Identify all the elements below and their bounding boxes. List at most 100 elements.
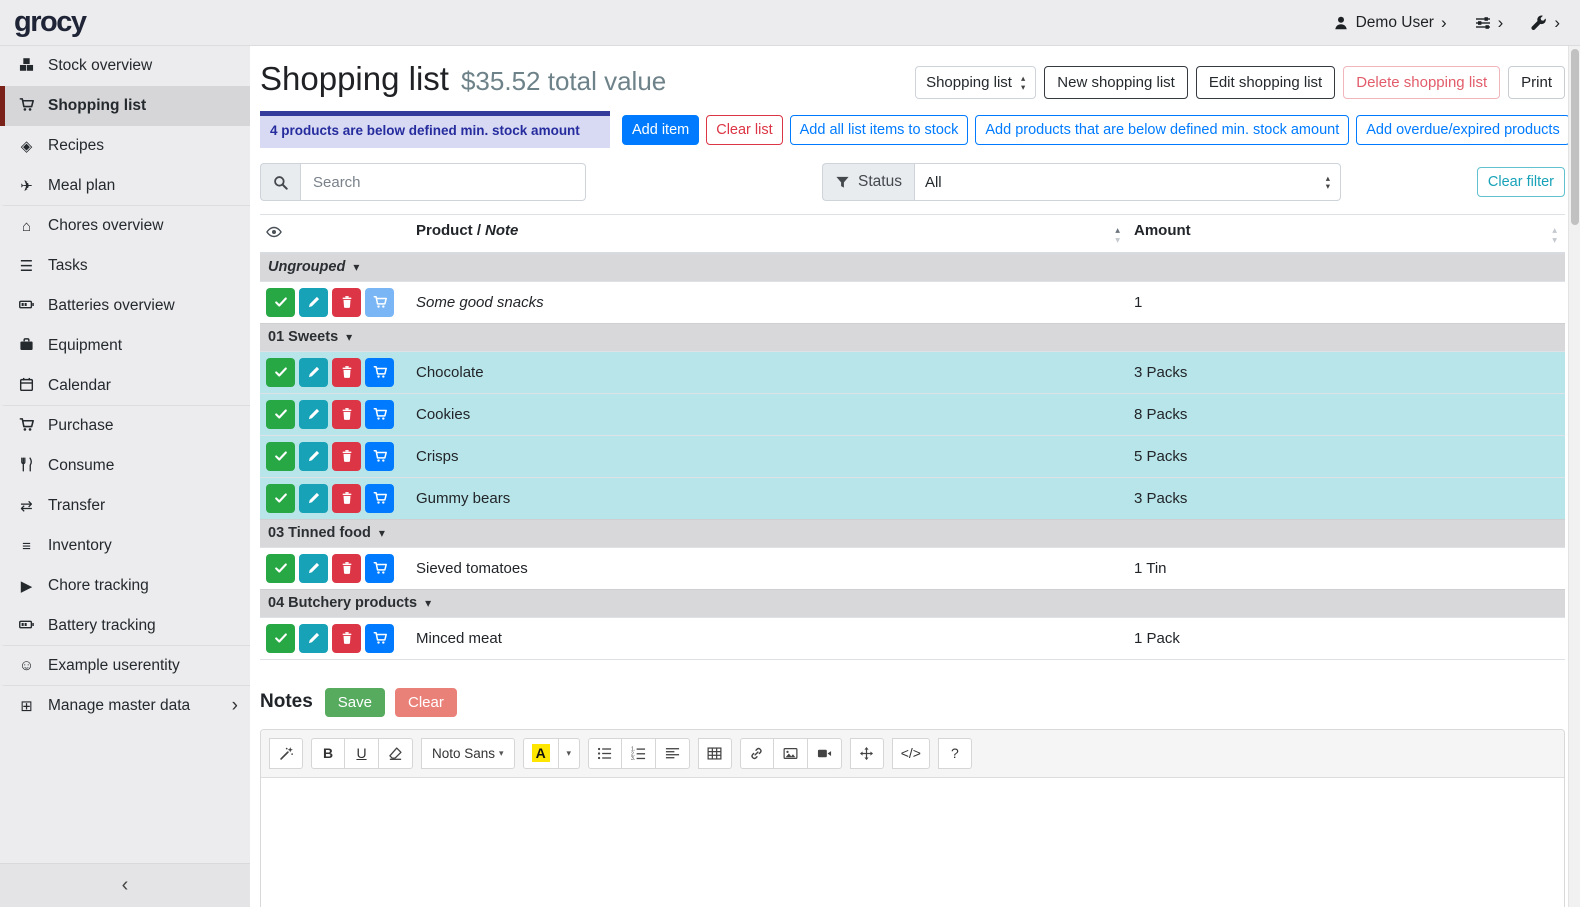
add-to-stock-button[interactable] (365, 358, 394, 387)
page-scrollbar[interactable] (1568, 46, 1580, 907)
add-to-stock-button[interactable] (365, 484, 394, 513)
bold-button[interactable]: B (311, 738, 345, 769)
shopping-list-row: Cookies8 Packs (260, 393, 1565, 435)
sidebar-collapse-button[interactable]: ‹ (0, 863, 250, 907)
font-family-button[interactable]: Noto Sans ▾ (421, 738, 515, 769)
group-header-row[interactable]: 03 Tinned food▾ (260, 519, 1565, 547)
sidebar-item-equipment[interactable]: Equipment (0, 326, 250, 366)
sidebar-item-purchase[interactable]: Purchase (0, 406, 250, 446)
delete-item-button[interactable] (332, 288, 361, 317)
sidebar-item-manage-master-data[interactable]: ⊞Manage master data› (0, 686, 250, 726)
mark-done-button[interactable] (266, 442, 295, 471)
search-input[interactable] (300, 163, 586, 201)
mark-done-button[interactable] (266, 288, 295, 317)
group-name: 03 Tinned food (268, 525, 371, 541)
user-menu[interactable]: Demo User › (1333, 14, 1447, 32)
fullscreen-button[interactable] (850, 738, 884, 769)
edit-item-button[interactable] (299, 442, 328, 471)
mark-done-button[interactable] (266, 554, 295, 583)
edit-item-button[interactable] (299, 624, 328, 653)
insert-image-button[interactable] (774, 738, 808, 769)
caret-down-icon: ▾ (499, 748, 504, 759)
insert-link-button[interactable] (740, 738, 774, 769)
group-name: 01 Sweets (268, 329, 338, 345)
clear-list-button[interactable]: Clear list (706, 115, 782, 145)
sidebar-item-chores-overview[interactable]: ⌂Chores overview (0, 206, 250, 246)
add-to-stock-button[interactable] (365, 554, 394, 583)
delete-shopping-list-button[interactable]: Delete shopping list (1343, 66, 1500, 99)
notes-editor-body[interactable] (261, 778, 1564, 907)
sidebar-item-inventory[interactable]: ≡Inventory (0, 526, 250, 566)
product-column-header[interactable]: ▴▾ Product /Note (410, 215, 1128, 254)
numbered-list-button[interactable] (622, 738, 656, 769)
mark-done-button[interactable] (266, 484, 295, 513)
magic-style-button[interactable] (269, 738, 303, 769)
mark-done-button[interactable] (266, 624, 295, 653)
color-dropdown-button[interactable]: ▾ (559, 738, 580, 769)
status-filter: Status All ▴▾ (822, 163, 1341, 201)
admin-tools-menu[interactable]: › (1531, 14, 1560, 31)
add-below-min-stock-button[interactable]: Add products that are below defined min.… (975, 115, 1349, 145)
add-to-stock-button[interactable] (365, 442, 394, 471)
sidebar-item-consume[interactable]: Consume (0, 446, 250, 486)
settings-menu[interactable]: › (1475, 14, 1504, 31)
sidebar-item-example-userentity[interactable]: ☺Example userentity (0, 646, 250, 686)
print-button[interactable]: Print (1508, 66, 1565, 99)
sidebar-item-recipes[interactable]: ◈Recipes (0, 126, 250, 166)
sidebar-item-shopping-list[interactable]: Shopping list (0, 86, 250, 126)
delete-item-button[interactable] (332, 624, 361, 653)
sidebar-item-transfer[interactable]: ⇄Transfer (0, 486, 250, 526)
group-header-row[interactable]: Ungrouped▾ (260, 253, 1565, 281)
clear-notes-button[interactable]: Clear (395, 688, 457, 717)
sidebar-item-tasks[interactable]: ☰Tasks (0, 246, 250, 286)
delete-item-button[interactable] (332, 358, 361, 387)
text-color-button[interactable]: A (523, 738, 559, 769)
insert-video-button[interactable] (808, 738, 842, 769)
sidebar-item-batteries-overview[interactable]: Batteries overview (0, 286, 250, 326)
sidebar-item-stock-overview[interactable]: Stock overview (0, 46, 250, 86)
delete-item-button[interactable] (332, 484, 361, 513)
delete-item-button[interactable] (332, 442, 361, 471)
save-notes-button[interactable]: Save (325, 688, 385, 717)
shopping-list-selector[interactable]: Shopping list ▴▾ (915, 66, 1036, 99)
notes-heading: Notes (260, 691, 313, 713)
edit-item-button[interactable] (299, 358, 328, 387)
product-name: Sieved tomatoes (410, 547, 1128, 589)
code-view-button[interactable]: </> (892, 738, 930, 769)
highlight-color-swatch: A (532, 744, 550, 762)
edit-item-button[interactable] (299, 554, 328, 583)
edit-shopping-list-button[interactable]: Edit shopping list (1196, 66, 1335, 99)
new-shopping-list-button[interactable]: New shopping list (1044, 66, 1188, 99)
add-to-stock-button[interactable] (365, 288, 394, 317)
group-header-row[interactable]: 04 Butchery products▾ (260, 589, 1565, 617)
paragraph-align-button[interactable] (656, 738, 690, 769)
delete-item-button[interactable] (332, 400, 361, 429)
mark-done-button[interactable] (266, 358, 295, 387)
sidebar-nav: Stock overviewShopping list◈Recipes✈Meal… (0, 46, 250, 726)
mark-done-button[interactable] (266, 400, 295, 429)
sidebar-item-battery-tracking[interactable]: Battery tracking (0, 606, 250, 646)
insert-table-button[interactable] (698, 738, 732, 769)
edit-item-button[interactable] (299, 484, 328, 513)
amount-column-header[interactable]: ▴▾ Amount (1128, 215, 1565, 254)
add-item-button[interactable]: Add item (622, 115, 699, 145)
add-overdue-button[interactable]: Add overdue/expired products (1356, 115, 1569, 145)
add-to-stock-button[interactable] (365, 400, 394, 429)
underline-button[interactable]: U (345, 738, 379, 769)
edit-item-button[interactable] (299, 400, 328, 429)
clear-filter-button[interactable]: Clear filter (1477, 167, 1565, 197)
sidebar-item-calendar[interactable]: Calendar (0, 366, 250, 406)
clear-formatting-button[interactable] (379, 738, 413, 769)
sidebar-item-meal-plan[interactable]: ✈Meal plan (0, 166, 250, 206)
add-all-to-stock-button[interactable]: Add all list items to stock (790, 115, 969, 145)
bullet-list-button[interactable] (588, 738, 622, 769)
sidebar-item-chore-tracking[interactable]: ▶Chore tracking (0, 566, 250, 606)
delete-item-button[interactable] (332, 554, 361, 583)
add-to-stock-button[interactable] (365, 624, 394, 653)
edit-item-button[interactable] (299, 288, 328, 317)
help-button[interactable]: ? (938, 738, 972, 769)
status-select[interactable]: All ▴▾ (914, 163, 1341, 201)
scrollbar-thumb[interactable] (1571, 49, 1579, 225)
visibility-column-header[interactable] (260, 215, 410, 254)
group-header-row[interactable]: 01 Sweets▾ (260, 323, 1565, 351)
